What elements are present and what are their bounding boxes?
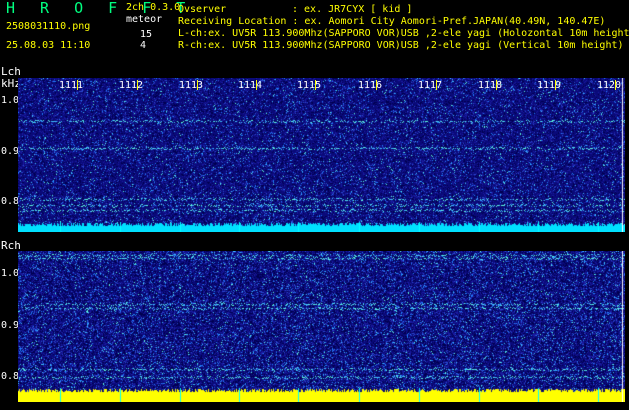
observer-value: : ex. JR7CYX [ kid ] [292, 4, 413, 15]
time-tick: 1117 [418, 80, 443, 91]
rch-spectrogram [18, 251, 625, 402]
time-tick-mark [315, 80, 316, 90]
rch-spectrogram-canvas [18, 251, 625, 402]
lch-ytick-1.0: 1.0 [1, 95, 20, 106]
capture-datetime: 25.08.03 11:10 [6, 40, 91, 51]
lch-description: L-ch:ex. UV5R 113.900Mhz(SAPPORO VOR)USB… [178, 28, 629, 39]
lch-ytick-0.9: 0.9 [1, 146, 20, 157]
rch-channel-label: Rch [1, 239, 21, 252]
rch-ytick-1.0: 1.0 [1, 268, 20, 279]
time-tick-mark [615, 80, 616, 90]
mode-label: 2ch 0.3.0 [126, 2, 181, 13]
rch-ytick-0.8: 0.8 [1, 371, 20, 382]
time-tick-mark [376, 80, 377, 90]
time-tick: 1111 [59, 80, 84, 91]
lch-meteor-count: 15 [140, 29, 153, 40]
time-tick: 1116 [358, 80, 383, 91]
observer-label: Ovserver [178, 4, 227, 15]
rch-ytick-0.9: 0.9 [1, 320, 20, 331]
meteor-label: meteor [126, 14, 163, 25]
time-tick-mark [555, 80, 556, 90]
time-tick-mark [436, 80, 437, 90]
time-tick-mark [496, 80, 497, 90]
time-tick: 1114 [238, 80, 263, 91]
lch-channel-label: Lch [1, 65, 21, 78]
receiving-location: Receiving Location : ex. Aomori City Aom… [178, 16, 606, 27]
time-tick-mark [77, 80, 78, 90]
file-name: 2508031110.png [6, 21, 91, 32]
rch-description: R-ch:ex. UV5R 113.900Mhz(SAPPORO VOR)USB… [178, 40, 624, 51]
rch-meteor-count: 4 [140, 40, 147, 51]
lch-spectrogram-canvas [18, 78, 625, 232]
time-tick: 1112 [119, 80, 144, 91]
time-tick: 1118 [478, 80, 503, 91]
time-tick: 1115 [297, 80, 322, 91]
time-tick-mark [256, 80, 257, 90]
time-tick: 1120 [597, 80, 622, 91]
time-tick-mark [197, 80, 198, 90]
lch-spectrogram [18, 78, 625, 232]
time-tick: 1119 [537, 80, 562, 91]
time-tick: 1113 [179, 80, 204, 91]
time-tick-mark [137, 80, 138, 90]
lch-ytick-0.8: 0.8 [1, 196, 20, 207]
